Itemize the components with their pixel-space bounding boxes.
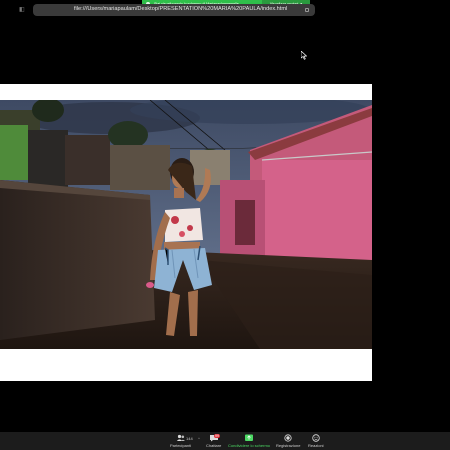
share-screen-icon <box>245 434 254 441</box>
chat-button[interactable]: 99 Chattare <box>206 434 221 448</box>
browser-address-bar: ◧ file:///Users/mariapaulam/Desktop/PRES… <box>0 3 450 17</box>
back-icon[interactable]: ◧ <box>19 7 25 13</box>
bookmark-icon[interactable] <box>305 8 309 12</box>
share-screen-button[interactable]: Condividere lo schermo <box>228 434 270 448</box>
chat-badge: 99 <box>214 434 220 438</box>
record-icon <box>284 434 292 442</box>
screen-share-view: Stai visualizzando lo schermo di Mariapa… <box>0 0 450 450</box>
chat-label: Chattare <box>206 443 222 448</box>
participants-button[interactable]: 144 Partecipanti <box>170 434 193 448</box>
photo-illustration <box>0 100 372 349</box>
record-label: Registrazione <box>276 443 301 448</box>
reactions-button[interactable]: Reazioni <box>308 434 324 448</box>
slide-photo <box>0 100 372 349</box>
participants-icon <box>176 434 185 441</box>
participants-label: Partecipanti <box>170 443 192 448</box>
mouse-cursor-icon <box>301 51 307 60</box>
reactions-label: Reazioni <box>308 443 324 448</box>
meeting-toolbar: 144 Partecipanti ^ 99 Chattare Condivide… <box>0 432 450 450</box>
participants-chevron-icon[interactable]: ^ <box>198 436 200 441</box>
presentation-slide <box>0 84 372 381</box>
record-button[interactable]: Registrazione <box>276 434 300 448</box>
url-text: file:///Users/mariapaulam/Desktop/PRESEN… <box>74 6 288 12</box>
share-screen-label: Condividere lo schermo <box>228 443 271 448</box>
reactions-icon <box>312 434 320 442</box>
participants-count: 144 <box>186 436 193 441</box>
